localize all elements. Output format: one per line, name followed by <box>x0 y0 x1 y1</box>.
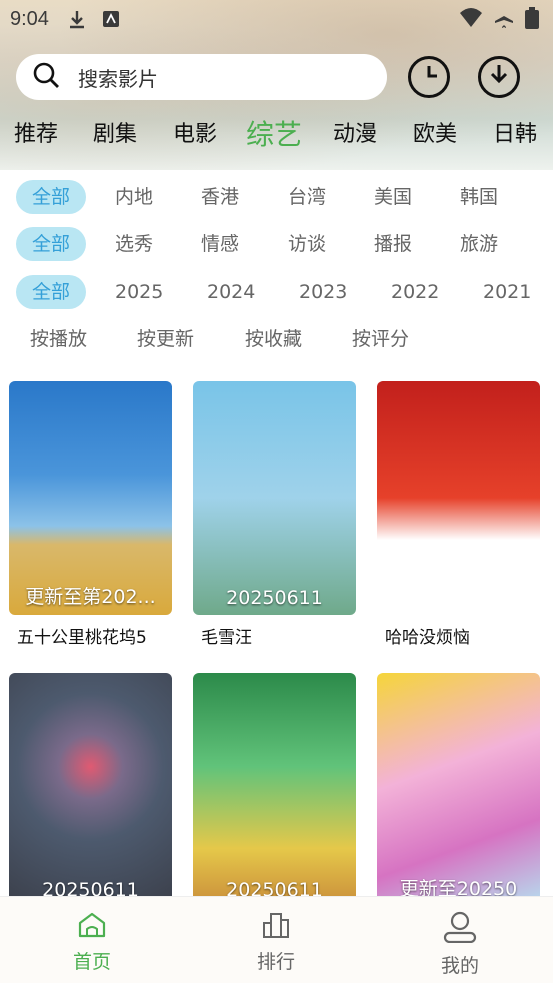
sort-by-rating[interactable]: 按评分 <box>352 322 409 356</box>
region-chip[interactable]: 香港 <box>201 180 239 214</box>
sort-by-update[interactable]: 按更新 <box>137 322 194 356</box>
region-filter-row: 全部 内地 香港 台湾 美国 韩国 <box>0 180 553 216</box>
year-chip[interactable]: 2025 <box>115 275 163 309</box>
region-chip[interactable]: 韩国 <box>460 180 498 214</box>
home-icon <box>77 912 107 943</box>
profile-icon <box>443 911 477 947</box>
wifi-icon <box>459 7 483 34</box>
year-chip[interactable]: 2021 <box>483 275 531 309</box>
search-placeholder: 搜索影片 <box>78 66 158 91</box>
show-title: 五十公里桃花坞5 <box>17 628 147 648</box>
region-chip[interactable]: 内地 <box>115 180 153 214</box>
genre-chip[interactable]: 选秀 <box>115 227 153 261</box>
genre-chip[interactable]: 情感 <box>201 227 239 261</box>
region-chip-all[interactable]: 全部 <box>16 180 86 214</box>
tab-recommend[interactable]: 推荐 <box>14 114 58 156</box>
category-tabs: 推荐 剧集 电影 综艺 动漫 欧美 日韩 <box>0 114 553 156</box>
nav-home-label: 首页 <box>72 951 111 973</box>
battery-icon <box>525 7 539 34</box>
episode-tag: 20250611 <box>226 587 323 609</box>
tab-series[interactable]: 剧集 <box>93 114 137 156</box>
rank-icon <box>261 913 291 943</box>
history-button[interactable] <box>408 56 450 98</box>
tab-variety[interactable]: 综艺 <box>246 114 302 156</box>
show-card[interactable]: 更新至第202... 五十公里桃花坞5 <box>9 381 172 648</box>
nav-profile[interactable]: 我的 <box>400 911 520 978</box>
tab-movies[interactable]: 电影 <box>173 114 217 156</box>
episode-tag: 更新至第202... <box>25 586 156 608</box>
downloads-button[interactable] <box>478 56 520 98</box>
bottom-navigation: 首页 排行 我的 <box>0 896 553 983</box>
nav-rank-label: 排行 <box>256 951 295 973</box>
poster-image: 更新至20250 <box>377 673 540 907</box>
year-chip[interactable]: 2023 <box>299 275 347 309</box>
show-card[interactable]: 20250611 毛雪汪 <box>193 381 356 648</box>
tab-japan-korea[interactable]: 日韩 <box>493 114 537 156</box>
nav-home[interactable]: 首页 <box>32 911 152 974</box>
download-status-icon <box>65 7 89 31</box>
search-icon <box>32 61 60 93</box>
show-card[interactable]: 哈哈没烦恼 <box>377 381 540 648</box>
tab-western[interactable]: 欧美 <box>413 114 457 156</box>
show-title: 哈哈没烦恼 <box>385 628 470 648</box>
search-input[interactable]: 搜索影片 <box>16 54 387 100</box>
app-notification-icon <box>99 7 123 31</box>
poster-image: 更新至第202... <box>9 381 172 615</box>
tab-anime[interactable]: 动漫 <box>333 114 377 156</box>
region-chip[interactable]: 美国 <box>374 180 412 214</box>
show-card[interactable]: 20250611 <box>9 673 172 907</box>
nav-rank[interactable]: 排行 <box>216 911 336 974</box>
sort-by-plays[interactable]: 按播放 <box>30 322 87 356</box>
region-chip[interactable]: 台湾 <box>288 180 326 214</box>
poster-image <box>377 381 540 615</box>
genre-chip-all[interactable]: 全部 <box>16 227 86 261</box>
poster-image: 20250611 <box>9 673 172 907</box>
genre-filter-row: 全部 选秀 情感 访谈 播报 旅游 <box>0 227 553 263</box>
sort-by-favorites[interactable]: 按收藏 <box>245 322 302 356</box>
year-chip[interactable]: 2022 <box>391 275 439 309</box>
genre-chip[interactable]: 播报 <box>374 227 412 261</box>
status-bar: 9:04 <box>0 0 553 38</box>
poster-image: 20250611 <box>193 381 356 615</box>
nav-profile-label: 我的 <box>440 955 479 977</box>
genre-chip[interactable]: 旅游 <box>460 227 498 261</box>
genre-chip[interactable]: 访谈 <box>288 227 326 261</box>
status-time: 9:04 <box>10 7 49 30</box>
show-card[interactable]: 20250611 <box>193 673 356 907</box>
show-card[interactable]: 更新至20250 <box>377 673 540 907</box>
year-chip[interactable]: 2024 <box>207 275 255 309</box>
clock-icon <box>417 63 441 91</box>
poster-image: 20250611 <box>193 673 356 907</box>
show-title: 毛雪汪 <box>201 628 252 648</box>
year-filter-row: 全部 2025 2024 2023 2022 2021 <box>0 275 553 311</box>
sort-row: 按播放 按更新 按收藏 按评分 <box>0 322 553 358</box>
year-chip-all[interactable]: 全部 <box>16 275 86 309</box>
airplane-mode-icon <box>493 7 515 34</box>
download-icon <box>487 63 511 91</box>
